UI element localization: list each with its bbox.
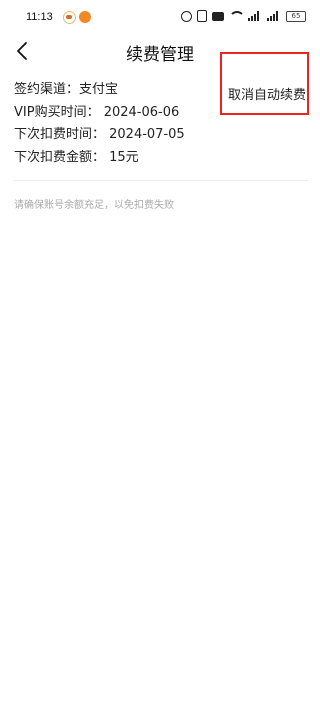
signal-icon <box>248 11 262 21</box>
divider <box>14 180 308 181</box>
signal-icon <box>267 11 281 21</box>
hd-icon <box>212 11 224 21</box>
alarm-icon <box>181 10 192 22</box>
next-deduction-amount: 下次扣费金额： 15元 <box>14 149 139 165</box>
cancel-auto-renew-button[interactable]: 取消自动续费 <box>228 84 306 103</box>
status-indicators: 65 <box>181 10 306 22</box>
app-notification-icon <box>62 10 76 24</box>
vibrate-icon <box>197 10 207 22</box>
battery-icon: 65 <box>286 10 306 22</box>
balance-hint: 请确保账号余额充足，以免扣费失败 <box>14 200 174 211</box>
next-deduction-time: 下次扣费时间： 2024-07-05 <box>14 127 185 142</box>
status-bar: 11:13 65 <box>0 0 320 34</box>
app-notification-icon <box>78 10 91 23</box>
notification-icons <box>62 10 91 24</box>
wifi-icon <box>229 11 245 21</box>
status-time: 11:13 <box>26 11 53 23</box>
screen: 11:13 65 续费管理 签约渠道：支付宝 VIP购买时间： 2024-06-… <box>0 0 320 715</box>
